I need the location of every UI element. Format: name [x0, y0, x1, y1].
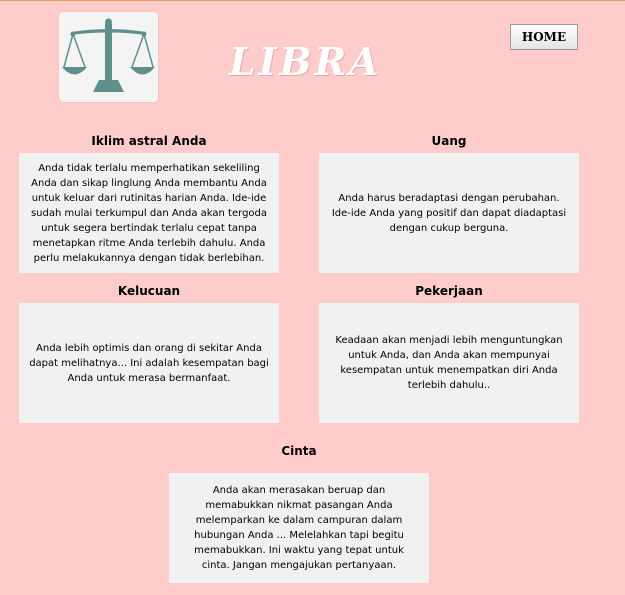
- page-title: LIBRA: [229, 39, 382, 84]
- section-text-pekerjaan: Keadaan akan menjadi lebih menguntungkan…: [335, 335, 563, 391]
- section-text-iklim: Anda tidak terlalu memperhatikan sekelil…: [30, 162, 268, 264]
- section-heading-cinta: Cinta: [281, 444, 317, 458]
- section-heading-uang: Uang: [431, 134, 467, 148]
- section-heading-iklim: Iklim astral Anda: [91, 134, 207, 148]
- section-box-cinta: Anda akan merasakan beruap dan memabukka…: [169, 473, 429, 583]
- section-box-pekerjaan: Keadaan akan menjadi lebih menguntungkan…: [319, 303, 579, 423]
- section-text-kelucuan: Anda lebih optimis dan orang di sekitar …: [29, 342, 269, 384]
- section-text-cinta: Anda akan merasakan beruap dan memabukka…: [194, 485, 404, 571]
- section-heading-pekerjaan: Pekerjaan: [415, 284, 483, 298]
- section-box-kelucuan: Anda lebih optimis dan orang di sekitar …: [19, 303, 279, 423]
- home-button[interactable]: HOME: [510, 24, 578, 50]
- section-box-uang: Anda harus beradaptasi dengan perubahan.…: [319, 153, 579, 273]
- section-heading-kelucuan: Kelucuan: [117, 284, 181, 298]
- section-text-uang: Anda harus beradaptasi dengan perubahan.…: [331, 192, 567, 234]
- libra-scales-icon: [62, 18, 155, 92]
- libra-logo: [59, 12, 158, 102]
- section-box-iklim: Anda tidak terlalu memperhatikan sekelil…: [19, 153, 279, 273]
